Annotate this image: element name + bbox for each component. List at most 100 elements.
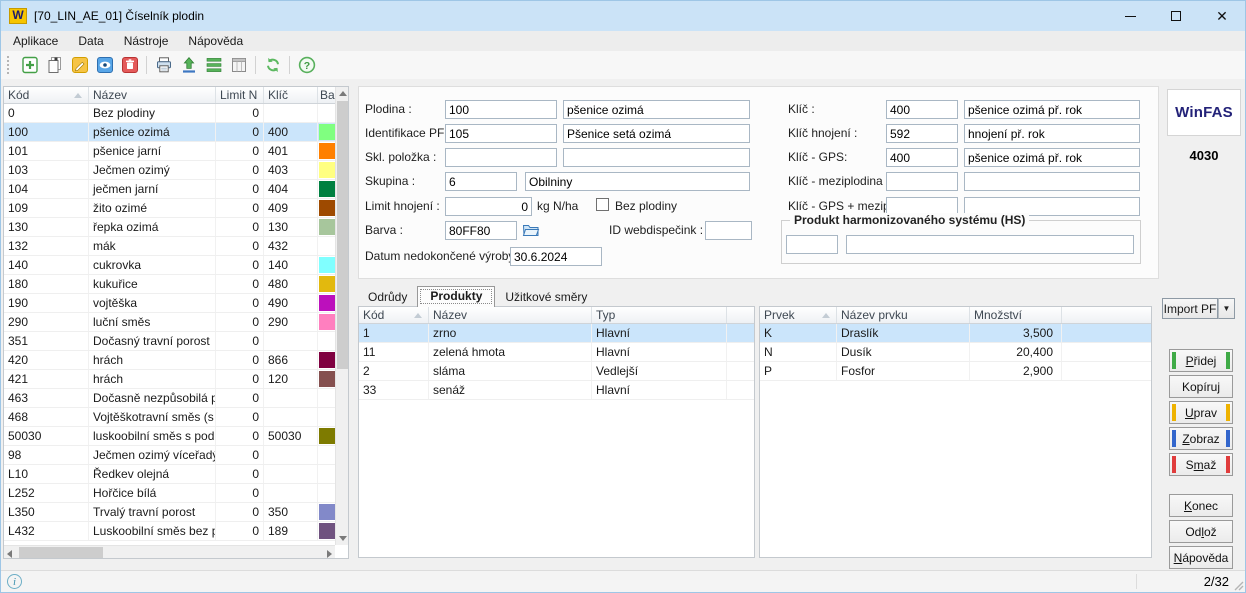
column-header-prvek[interactable]: Prvek [760, 307, 837, 323]
barva-field[interactable] [445, 221, 517, 240]
crop-row[interactable]: 140cukrovka0140 [4, 256, 348, 275]
crop-row[interactable]: 109žito ozimé0409 [4, 199, 348, 218]
product-row[interactable]: 2slámaVedlejší [359, 362, 754, 381]
plodina-name-field[interactable] [563, 100, 750, 119]
konec-button[interactable]: Konec [1169, 494, 1233, 517]
crop-row[interactable]: 101pšenice jarní0401 [4, 142, 348, 161]
scrollbar-thumb[interactable] [19, 547, 103, 558]
element-row[interactable]: KDraslík3,500 [760, 324, 1151, 343]
menu-item[interactable]: Nástroje [124, 34, 169, 48]
column-header-klic[interactable]: Klíč [264, 87, 318, 103]
menu-item[interactable]: Data [78, 34, 103, 48]
list-button[interactable] [201, 53, 226, 78]
klic-gps-name-field[interactable] [964, 148, 1140, 167]
column-header-kod[interactable]: Kód [359, 307, 429, 323]
print-button[interactable] [151, 53, 176, 78]
column-header-limit-n[interactable]: Limit N [216, 87, 264, 103]
crop-row[interactable]: 104ječmen jarní0404 [4, 180, 348, 199]
crop-row[interactable]: 468Vojtěškotravní směs (s0 [4, 408, 348, 427]
crop-row[interactable]: 0Bez plodiny0 [4, 104, 348, 123]
minimize-button[interactable] [1107, 1, 1153, 31]
crop-row[interactable]: 98Ječmen ozimý víceřadý0 [4, 446, 348, 465]
crop-row[interactable]: 180kukuřice0480 [4, 275, 348, 294]
identifikace-pf-code-field[interactable] [445, 124, 557, 143]
color-picker-button[interactable] [522, 222, 540, 241]
klic-name-field[interactable] [964, 100, 1140, 119]
crop-row[interactable]: 351Dočasný travní porost0 [4, 332, 348, 351]
uprav-button[interactable]: Uprav [1169, 401, 1233, 424]
identifikace-pf-name-field[interactable] [563, 124, 750, 143]
plodina-code-field[interactable] [445, 100, 557, 119]
product-row[interactable]: 1zrnoHlavní [359, 324, 754, 343]
column-header-nazev-prvku[interactable]: Název prvku [837, 307, 970, 323]
menu-item[interactable]: Nápověda [188, 34, 243, 48]
import-pf-button[interactable]: Import PF [1162, 298, 1218, 319]
tab-produkty[interactable]: Produkty [417, 286, 495, 307]
skl-polozka-code-field[interactable] [445, 148, 557, 167]
import-pf-dropdown[interactable]: ▼ [1218, 298, 1235, 319]
scrollbar-thumb[interactable] [337, 101, 348, 369]
skupina-name-field[interactable] [525, 172, 750, 191]
export-button[interactable] [176, 53, 201, 78]
kopiruj-button[interactable]: Kopíruj [1169, 375, 1233, 398]
datum-field[interactable] [510, 247, 602, 266]
klic-hnojeni-name-field[interactable] [964, 124, 1140, 143]
horizontal-scrollbar[interactable] [4, 545, 335, 558]
view-button[interactable] [92, 53, 117, 78]
crop-row[interactable]: 190vojtěška0490 [4, 294, 348, 313]
crop-row[interactable]: 290luční směs0290 [4, 313, 348, 332]
crop-row[interactable]: L350Trvalý travní porost0350 [4, 503, 348, 522]
id-webdispecink-field[interactable] [705, 221, 752, 240]
column-header-typ[interactable]: Typ [592, 307, 727, 323]
skl-polozka-name-field[interactable] [563, 148, 750, 167]
crop-row[interactable]: 50030luskoobilní směs s pod050030 [4, 427, 348, 446]
scroll-down-icon[interactable] [339, 536, 347, 541]
crop-row[interactable]: 420hrách0866 [4, 351, 348, 370]
maximize-button[interactable] [1153, 1, 1199, 31]
odloz-button[interactable]: Odlož [1169, 520, 1233, 543]
hs-name-field[interactable] [846, 235, 1134, 254]
scroll-left-icon[interactable] [7, 550, 12, 558]
add-button[interactable] [17, 53, 42, 78]
column-header-mnozstvi[interactable]: Množství [970, 307, 1062, 323]
tab-u-itkov-sm-ry[interactable]: Užitkové směry [495, 287, 597, 307]
copy-button[interactable] [42, 53, 67, 78]
column-header-kod[interactable]: Kód [4, 87, 89, 103]
klic-hnojeni-code-field[interactable] [886, 124, 958, 143]
product-row[interactable]: 11zelená hmotaHlavní [359, 343, 754, 362]
crop-row[interactable]: 103Ječmen ozimý0403 [4, 161, 348, 180]
crop-row[interactable]: 100pšenice ozimá0400 [4, 123, 348, 142]
crop-row[interactable]: 421hrách0120 [4, 370, 348, 389]
scroll-up-icon[interactable] [339, 91, 347, 96]
klic-meziplodina-code-field[interactable] [886, 172, 958, 191]
column-header-nazev[interactable]: Název [89, 87, 216, 103]
zobraz-button[interactable]: Zobraz [1169, 427, 1233, 450]
crop-row[interactable]: 463Dočasně nezpůsobilá p0 [4, 389, 348, 408]
smaz-button[interactable]: Smaž [1169, 453, 1233, 476]
hs-code-field[interactable] [786, 235, 838, 254]
pridej-button[interactable]: Přidej [1169, 349, 1233, 372]
crop-row[interactable]: L432Luskoobilní směs bez p0189 [4, 522, 348, 541]
scroll-right-icon[interactable] [327, 550, 332, 558]
skupina-code-field[interactable] [445, 172, 517, 191]
info-icon[interactable]: i [7, 574, 22, 589]
crop-row[interactable]: L10Ředkev olejná0 [4, 465, 348, 484]
klic-gps-code-field[interactable] [886, 148, 958, 167]
crop-row[interactable]: L252Hořčice bílá0 [4, 484, 348, 503]
crop-row[interactable]: 132mák0432 [4, 237, 348, 256]
column-header-nazev[interactable]: Název [429, 307, 592, 323]
element-row[interactable]: PFosfor2,900 [760, 362, 1151, 381]
tab-odr-dy[interactable]: Odrůdy [358, 287, 417, 307]
limit-hnojeni-field[interactable] [445, 197, 532, 216]
toolbar-grip[interactable] [7, 56, 13, 74]
columns-button[interactable] [226, 53, 251, 78]
resize-grip-icon[interactable] [1233, 580, 1244, 591]
close-button[interactable]: ✕ [1199, 1, 1245, 31]
vertical-scrollbar[interactable] [335, 87, 348, 545]
napoveda-button[interactable]: Nápověda [1169, 546, 1233, 569]
klic-meziplodina-name-field[interactable] [964, 172, 1140, 191]
crop-row[interactable]: 130řepka ozimá0130 [4, 218, 348, 237]
edit-button[interactable] [67, 53, 92, 78]
element-row[interactable]: NDusík20,400 [760, 343, 1151, 362]
klic-code-field[interactable] [886, 100, 958, 119]
